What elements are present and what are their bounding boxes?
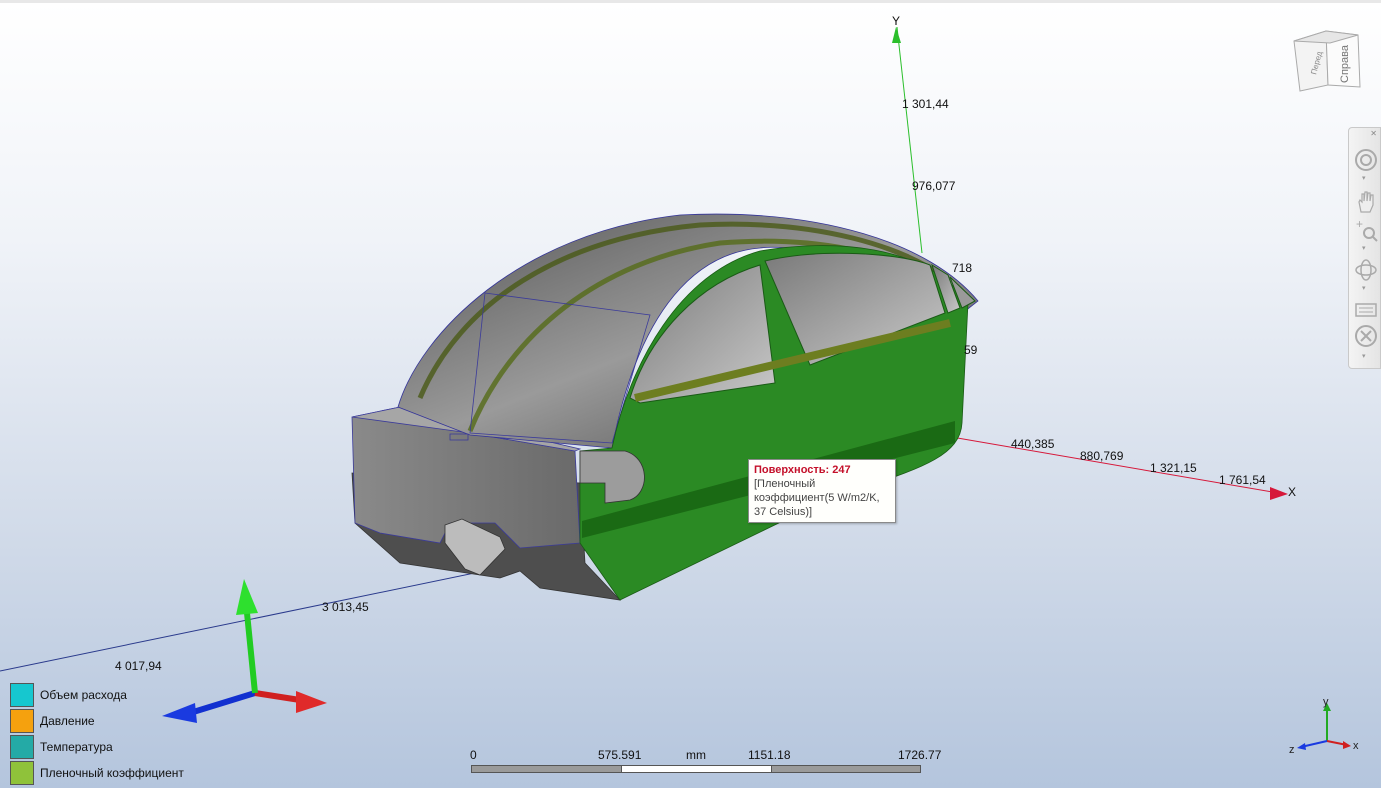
x-axis-arrow <box>1270 487 1288 500</box>
scale-bar: 0 575.591 mm 1151.18 1726.77 <box>470 747 950 777</box>
chevron-down-icon[interactable]: ▾ <box>1362 352 1366 360</box>
tooltip-line: коэффициент(5 W/m2/K, <box>754 492 880 504</box>
y-axis-label: Y <box>892 14 901 28</box>
surface-tooltip: Поверхность: 247 [Пленочный коэффициент(… <box>748 459 896 523</box>
view-cube-face-right[interactable]: Справа <box>1339 44 1351 83</box>
chevron-down-icon[interactable]: ▾ <box>1362 244 1366 252</box>
tooltip-line: [Пленочный <box>754 478 816 490</box>
x-tick-label: 1 761,54 <box>1219 473 1266 487</box>
legend-item-temperature[interactable]: Температура <box>10 734 184 760</box>
scale-segment <box>771 765 921 773</box>
y-tick-label: 59 <box>964 343 978 357</box>
scale-label: 575.591 <box>598 748 642 762</box>
legend-swatch <box>10 735 34 759</box>
z-tick-label: 3 013,45 <box>322 600 369 614</box>
legend-label: Объем расхода <box>40 688 127 702</box>
view-cube[interactable]: Справа Перед <box>1290 27 1366 97</box>
scale-segment <box>471 765 622 773</box>
pan-icon[interactable] <box>1353 188 1379 216</box>
x-axis-label: X <box>1288 485 1297 499</box>
coordinate-triad <box>162 579 327 723</box>
mini-y-label: y <box>1323 696 1329 708</box>
scale-label: 1151.18 <box>748 748 791 762</box>
x-tick-label: 1 321,15 <box>1150 461 1197 475</box>
model-scene[interactable] <box>0 3 1381 791</box>
scale-segment <box>621 765 772 773</box>
close-icon[interactable]: ✕ <box>1370 129 1377 138</box>
legend-item-pressure[interactable]: Давление <box>10 708 184 734</box>
scale-unit: mm <box>686 748 706 762</box>
y-tick-label: 1 301,44 <box>902 97 949 111</box>
y-axis-line <box>896 26 923 254</box>
tooltip-title: Поверхность: 247 <box>754 464 851 476</box>
chevron-down-icon[interactable]: ▾ <box>1362 284 1366 292</box>
legend-swatch <box>10 683 34 707</box>
legend-item-film-coefficient[interactable]: Пленочный коэффициент <box>10 760 184 786</box>
scale-label: 1726.77 <box>898 748 942 762</box>
chevron-down-icon[interactable]: ▾ <box>1362 174 1366 182</box>
zoom-icon[interactable]: + <box>1353 216 1379 244</box>
mini-axis-triad: y x z <box>1285 693 1365 763</box>
x-tick-label: 440,385 <box>1011 437 1055 451</box>
legend-label: Давление <box>40 714 95 728</box>
settings-icon[interactable] <box>1353 322 1379 350</box>
graphics-viewport[interactable]: Y X 1 301,44 976,077 718 59 440,385 880,… <box>0 0 1381 788</box>
orbit-icon[interactable] <box>1353 256 1379 284</box>
tooltip-line: 37 Celsius)] <box>754 506 813 518</box>
look-icon[interactable] <box>1353 294 1379 322</box>
x-tick-label: 880,769 <box>1080 449 1124 463</box>
legend-label: Пленочный коэффициент <box>40 766 184 780</box>
navigation-bar: ✕ ▾ + ▾ ▾ ▾ <box>1348 127 1381 369</box>
mini-x-label: x <box>1353 740 1359 752</box>
legend-swatch <box>10 709 34 733</box>
load-legend: Объем расхода Давление Температура Плено… <box>10 682 184 786</box>
z-tick-label: 4 017,94 <box>115 659 162 673</box>
legend-label: Температура <box>40 740 113 754</box>
y-tick-label: 976,077 <box>912 179 956 193</box>
steering-wheel-icon[interactable] <box>1353 146 1379 174</box>
y-tick-label: 718 <box>952 261 973 275</box>
scale-label: 0 <box>470 748 477 762</box>
svg-text:+: + <box>1356 218 1363 231</box>
mini-z-label: z <box>1289 744 1295 756</box>
legend-item-flow-volume[interactable]: Объем расхода <box>10 682 184 708</box>
legend-swatch <box>10 761 34 785</box>
car-model[interactable] <box>351 213 979 601</box>
y-axis-arrow <box>892 27 901 43</box>
